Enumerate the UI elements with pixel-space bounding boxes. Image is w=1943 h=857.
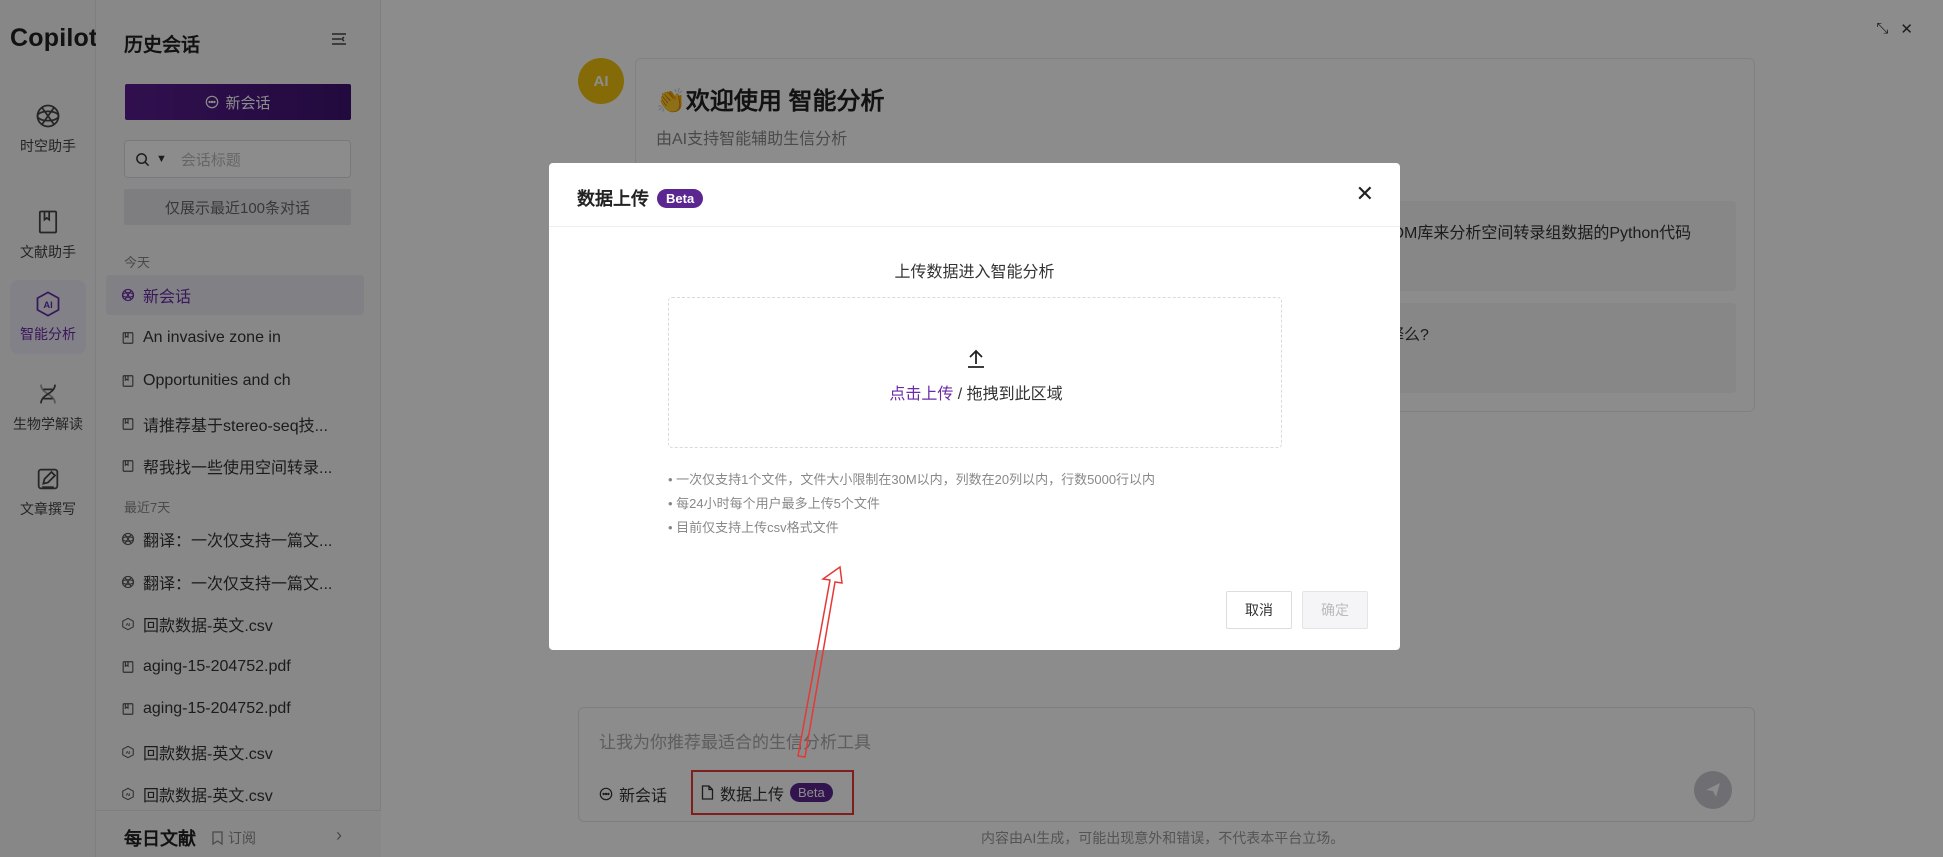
cancel-button[interactable]: 取消 bbox=[1226, 591, 1292, 629]
upload-dialog: 数据上传 Beta ✕ 上传数据进入智能分析 点击上传 / 拖拽到此区域 • 一… bbox=[549, 163, 1400, 650]
close-icon[interactable]: ✕ bbox=[1356, 181, 1374, 207]
upload-dropzone[interactable]: 点击上传 / 拖拽到此区域 bbox=[668, 297, 1282, 448]
upload-rules: • 一次仅支持1个文件，文件大小限制在30M以内，列数在20列以内，行数5000… bbox=[668, 468, 1155, 540]
upload-icon bbox=[968, 349, 984, 368]
drag-hint: / 拖拽到此区域 bbox=[953, 386, 1063, 403]
dialog-title: 数据上传 Beta bbox=[577, 185, 704, 211]
dialog-subtitle: 上传数据进入智能分析 bbox=[894, 264, 1055, 281]
dialog-title-text: 数据上传 bbox=[577, 189, 649, 209]
rule-item: • 目前仅支持上传csv格式文件 bbox=[668, 520, 839, 535]
rule-item: • 一次仅支持1个文件，文件大小限制在30M以内，列数在20列以内，行数5000… bbox=[668, 472, 1156, 487]
dialog-header: 数据上传 Beta ✕ bbox=[549, 163, 1400, 227]
click-upload-link[interactable]: 点击上传 bbox=[889, 386, 953, 403]
beta-badge: Beta bbox=[657, 188, 704, 208]
dropzone-text: 点击上传 / 拖拽到此区域 bbox=[669, 380, 1283, 404]
confirm-button[interactable]: 确定 bbox=[1302, 591, 1368, 629]
rule-item: • 每24小时每个用户最多上传5个文件 bbox=[668, 496, 880, 511]
